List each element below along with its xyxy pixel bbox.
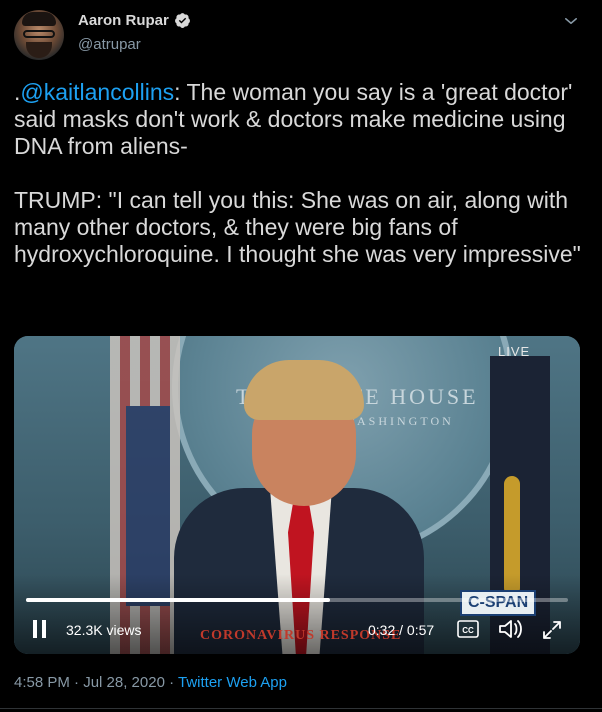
closed-captions-icon[interactable]: CC bbox=[457, 620, 479, 638]
video-player[interactable]: THE WHITE HOUSE WASHINGTON LIVE C-SPAN C… bbox=[14, 336, 580, 654]
progress-bar[interactable] bbox=[26, 598, 568, 602]
display-name[interactable]: Aaron Rupar bbox=[78, 12, 169, 29]
footer-separator: · bbox=[164, 674, 178, 691]
fullscreen-icon[interactable] bbox=[541, 619, 563, 641]
name-row: Aaron Rupar bbox=[78, 12, 191, 29]
volume-icon[interactable] bbox=[498, 618, 524, 640]
time-display: 0:32 / 0:57 bbox=[368, 622, 435, 638]
tweet-footer: 4:58 PM · Jul 28, 2020 · Twitter Web App bbox=[14, 674, 287, 691]
svg-text:CC: CC bbox=[462, 626, 474, 635]
view-count: 32.3K views bbox=[66, 622, 142, 638]
divider bbox=[0, 708, 602, 709]
network-logo: C-SPAN bbox=[460, 590, 537, 616]
tweet-body: : The woman you say is a 'great doctor' … bbox=[14, 79, 581, 267]
timestamp[interactable]: 4:58 PM · Jul 28, 2020 bbox=[14, 674, 165, 691]
caret-down-icon[interactable] bbox=[562, 12, 580, 30]
handle[interactable]: @atrupar bbox=[78, 36, 141, 53]
verified-badge-icon bbox=[174, 13, 190, 28]
pause-icon[interactable] bbox=[32, 620, 48, 638]
source-link[interactable]: Twitter Web App bbox=[178, 674, 287, 691]
tweet-card: Aaron Rupar @atrupar .@kaitlancollins: T… bbox=[0, 0, 602, 712]
progress-fill bbox=[26, 598, 330, 602]
avatar[interactable] bbox=[14, 10, 64, 60]
live-badge: LIVE bbox=[498, 344, 531, 359]
tweet-text: .@kaitlancollins: The woman you say is a… bbox=[14, 79, 592, 268]
mention-link[interactable]: @kaitlancollins bbox=[20, 79, 174, 105]
